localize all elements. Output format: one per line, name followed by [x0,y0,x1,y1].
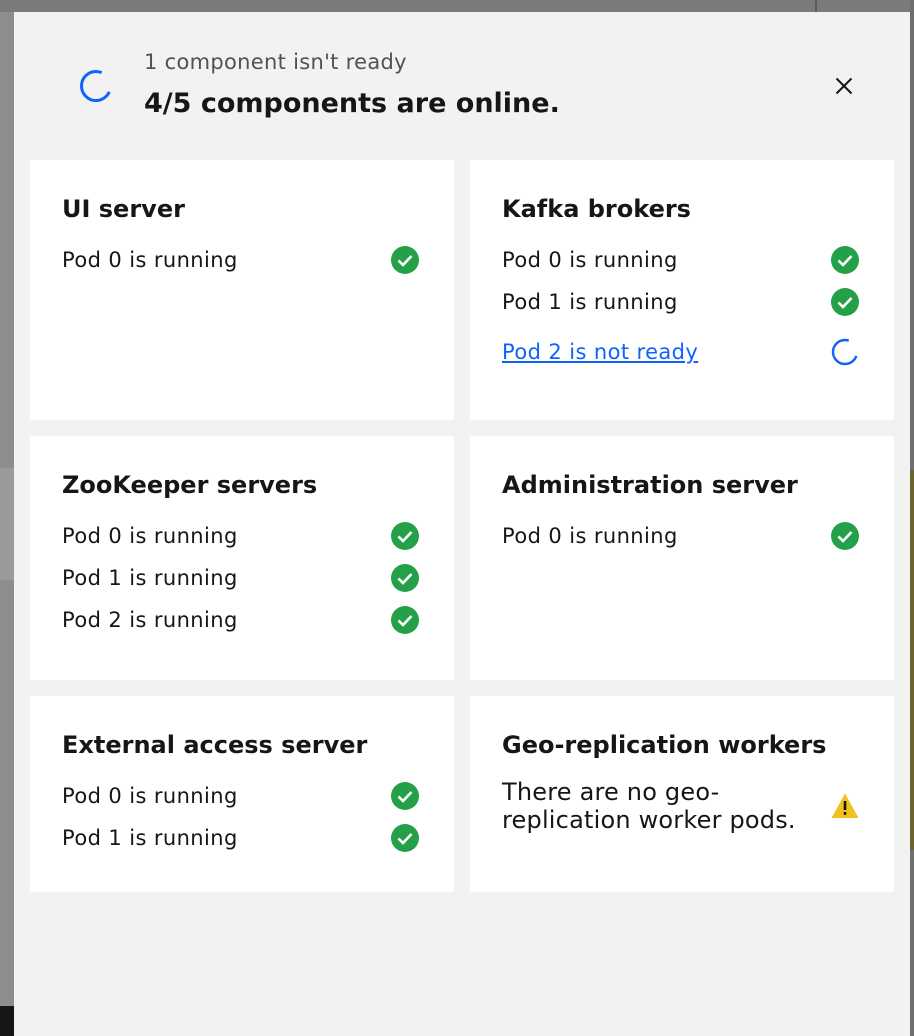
card-title: ZooKeeper servers [62,471,318,499]
card-title: Geo-replication workers [502,731,827,759]
checkmark-icon [391,824,419,852]
pod-status-label: Pod 0 is running [62,524,238,548]
warning-icon [831,793,859,818]
card-ui-server: UI server Pod 0 is running [30,160,454,420]
card-administration-server: Administration server Pod 0 is running [470,436,894,680]
pod-status-label: Pod 0 is running [62,248,238,272]
checkmark-icon [831,288,859,316]
pod-status-label: Pod 0 is running [62,784,238,808]
pod-row: Pod 0 is running [502,512,862,560]
modal-header: 1 component isn't ready 4/5 components a… [14,12,910,160]
card-title: External access server [62,731,368,759]
backdrop-right-accent [910,470,914,850]
loading-spinner-icon [80,70,112,102]
checkmark-icon [831,246,859,274]
empty-state-row: There are no geo-replication worker pods… [502,778,862,834]
backdrop-top-bar [0,0,914,12]
pod-status-label: Pod 1 is running [62,826,238,850]
backdrop-left-band [0,468,14,580]
checkmark-icon [391,522,419,550]
empty-state-message: There are no geo-replication worker pods… [502,778,796,834]
checkmark-icon [391,606,419,634]
pod-status-label: Pod 1 is running [502,290,678,314]
loading-spinner-icon [831,338,859,366]
pod-row: Pod 0 is running [62,512,422,560]
backdrop-divider [815,0,817,12]
close-button[interactable] [826,68,862,104]
card-zookeeper-servers: ZooKeeper servers Pod 0 is running Pod 1… [30,436,454,680]
backdrop-left-footer [0,1006,14,1036]
pod-status-label: Pod 1 is running [62,566,238,590]
modal-subtitle: 1 component isn't ready [144,50,407,74]
modal-title: 4/5 components are online. [144,88,560,119]
pod-row: Pod 2 is running [62,596,422,644]
component-status-modal: 1 component isn't ready 4/5 components a… [14,12,910,1036]
pod-row: Pod 0 is running [62,772,422,820]
card-geo-replication-workers: Geo-replication workers There are no geo… [470,696,894,892]
checkmark-icon [831,522,859,550]
pod-row: Pod 1 is running [502,278,862,326]
card-title: Administration server [502,471,798,499]
checkmark-icon [391,246,419,274]
card-external-access-server: External access server Pod 0 is running … [30,696,454,892]
checkmark-icon [391,782,419,810]
card-kafka-brokers: Kafka brokers Pod 0 is running Pod 1 is … [470,160,894,420]
pod-status-label: Pod 0 is running [502,248,678,272]
pod-row: Pod 2 is not ready [502,328,862,376]
pod-status-label: Pod 2 is running [62,608,238,632]
pod-row: Pod 0 is running [502,236,862,284]
card-title: UI server [62,195,185,223]
pod-row: Pod 0 is running [62,236,422,284]
card-title: Kafka brokers [502,195,691,223]
pod-status-label: Pod 0 is running [502,524,678,548]
checkmark-icon [391,564,419,592]
pod-not-ready-link[interactable]: Pod 2 is not ready [502,340,698,364]
close-icon [835,77,853,95]
pod-row: Pod 1 is running [62,814,422,862]
pod-row: Pod 1 is running [62,554,422,602]
